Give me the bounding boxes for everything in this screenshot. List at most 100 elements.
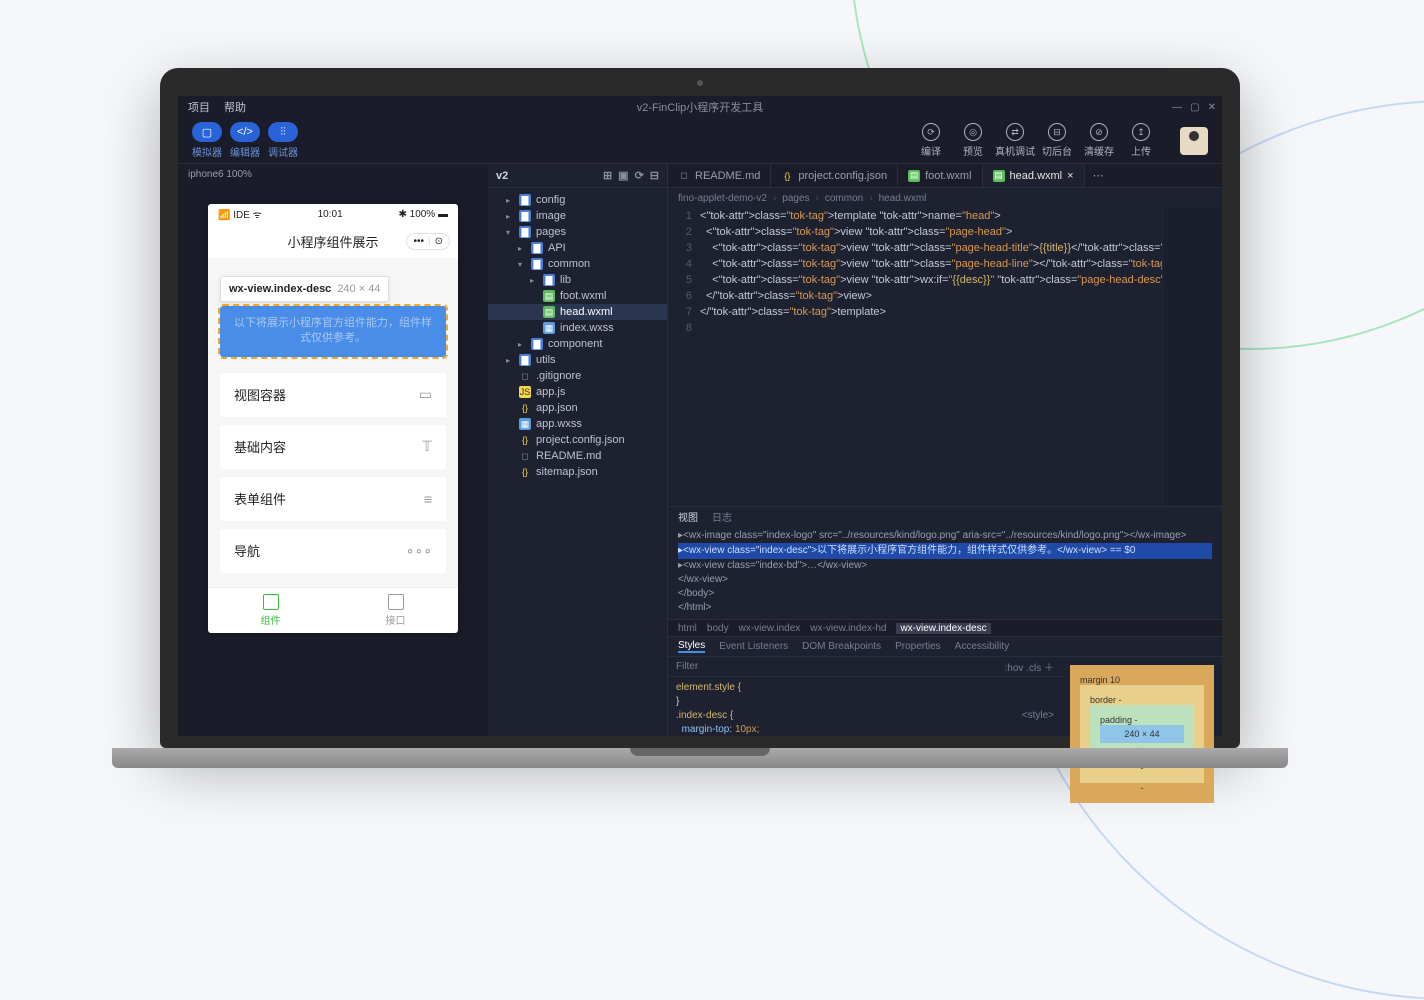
menu-item-导航[interactable]: 导航∘∘∘: [220, 529, 446, 573]
crumb-pages[interactable]: pages: [782, 193, 809, 204]
explorer-root[interactable]: v2: [496, 170, 508, 182]
json-icon: {}: [519, 434, 531, 446]
styles-tab-DOM Breakpoints[interactable]: DOM Breakpoints: [802, 641, 881, 652]
crumb-fino-applet-demo-v2[interactable]: fino-applet-demo-v2: [678, 193, 767, 204]
folder-icon: ▇: [519, 354, 531, 366]
folder-icon: ▇: [531, 258, 543, 270]
tree-item-head.wxml[interactable]: ▤head.wxml: [488, 304, 667, 320]
tab-组件[interactable]: 组件: [208, 588, 333, 633]
new-file-icon[interactable]: ⊞: [603, 169, 612, 182]
tab-接口[interactable]: 接口: [333, 588, 458, 633]
capsule-more-icon[interactable]: •••: [413, 236, 424, 247]
styles-filter[interactable]: Filter: [676, 661, 698, 672]
devtools-tab-view[interactable]: 视图: [678, 509, 698, 524]
tree-item-sitemap.json[interactable]: {}sitemap.json: [488, 464, 667, 480]
dom-crumb-wx-view.index-hd[interactable]: wx-view.index-hd: [810, 623, 886, 634]
pill-editor[interactable]: </>: [230, 122, 260, 142]
capsule-close-icon[interactable]: ⊙: [435, 236, 443, 247]
tree-item-foot.wxml[interactable]: ▤foot.wxml: [488, 288, 667, 304]
editor-tab-foot.wxml[interactable]: ▤foot.wxml: [898, 164, 982, 187]
tree-item-README.md[interactable]: ◻README.md: [488, 448, 667, 464]
dom-crumb-body[interactable]: body: [707, 623, 729, 634]
dom-tree[interactable]: ▸<wx-image class="index-logo" src="../re…: [668, 525, 1222, 619]
phone-navbar: 小程序组件展示 ••• | ⊙: [208, 224, 458, 258]
highlighted-element[interactable]: 以下将展示小程序官方组件能力，组件样式仅供参考。: [220, 306, 446, 357]
window-title: v2-FinClip小程序开发工具: [637, 99, 764, 115]
tabs-more-icon[interactable]: ⋯: [1085, 164, 1112, 187]
toolbar-action-编译[interactable]: ⟳编译: [910, 123, 952, 158]
toolbar-action-清缓存[interactable]: ⊘清缓存: [1078, 123, 1120, 158]
menu-item-视图容器[interactable]: 视图容器▭: [220, 373, 446, 417]
tab-close-icon[interactable]: ×: [1067, 170, 1073, 182]
wxss-icon: ▦: [543, 322, 555, 334]
md-icon: ◻: [678, 170, 690, 182]
tree-item-lib[interactable]: ▸▇lib: [488, 272, 667, 288]
editor-tab-project.config.json[interactable]: {}project.config.json: [771, 164, 898, 187]
tree-item-component[interactable]: ▸▇component: [488, 336, 667, 352]
tree-item-.gitignore[interactable]: ◻.gitignore: [488, 368, 667, 384]
chevron-icon: 𝕋: [422, 438, 432, 455]
tree-item-pages[interactable]: ▾▇pages: [488, 224, 667, 240]
close-icon[interactable]: ✕: [1208, 102, 1216, 113]
folder-icon: ▇: [519, 210, 531, 222]
tree-item-config[interactable]: ▸▇config: [488, 192, 667, 208]
js-icon: JS: [519, 386, 531, 398]
code-editor[interactable]: 12345678 <"tok-attr">class="tok-tag">tem…: [668, 208, 1222, 506]
devtools-tab-log[interactable]: 日志: [712, 509, 732, 524]
simulator-status: iphone6 100%: [178, 164, 488, 184]
pill-debugger[interactable]: ⫶⫶: [268, 122, 298, 142]
tree-item-app.wxss[interactable]: ▦app.wxss: [488, 416, 667, 432]
statusbar-right: ✱ 100% ▬: [398, 209, 448, 220]
minimize-icon[interactable]: —: [1172, 102, 1182, 113]
capsule-button[interactable]: ••• | ⊙: [406, 233, 450, 250]
toolbar-action-上传[interactable]: ↥上传: [1120, 123, 1162, 158]
tree-item-app.json[interactable]: {}app.json: [488, 400, 667, 416]
avatar[interactable]: [1180, 127, 1208, 155]
editor-tab-README.md[interactable]: ◻README.md: [668, 164, 771, 187]
pill-label-edit: 编辑器: [230, 144, 260, 159]
folder-icon: ▇: [519, 226, 531, 238]
crumb-common[interactable]: common: [825, 193, 863, 204]
toolbar-action-真机调试[interactable]: ⇄真机调试: [994, 123, 1036, 158]
toolbar-action-预览[interactable]: ◎预览: [952, 123, 994, 158]
editor-tab-head.wxml[interactable]: ▤head.wxml×: [983, 164, 1085, 187]
json-icon: {}: [519, 466, 531, 478]
dom-breadcrumb[interactable]: html body wx-view.index wx-view.index-hd wx-…: [668, 619, 1222, 637]
tree-item-index.wxss[interactable]: ▦index.wxss: [488, 320, 667, 336]
dom-crumb-wx-view.index-desc[interactable]: wx-view.index-desc: [896, 623, 990, 634]
new-folder-icon[interactable]: ▣: [618, 169, 628, 182]
refresh-icon[interactable]: ⟳: [635, 169, 644, 182]
dom-crumb-html[interactable]: html: [678, 623, 697, 634]
crumb-head.wxml[interactable]: head.wxml: [879, 193, 927, 204]
statusbar-time: 10:01: [318, 209, 343, 220]
wxml-icon: ▤: [993, 170, 1005, 182]
dom-crumb-wx-view.index[interactable]: wx-view.index: [739, 623, 801, 634]
styles-toggles[interactable]: :hov .cls ＋: [1005, 659, 1054, 674]
menu-item-基础内容[interactable]: 基础内容𝕋: [220, 425, 446, 469]
collapse-icon[interactable]: ⊟: [650, 169, 659, 182]
menu-item-表单组件[interactable]: 表单组件≡: [220, 477, 446, 521]
tree-item-API[interactable]: ▸▇API: [488, 240, 667, 256]
pill-simulator[interactable]: ▢: [192, 122, 222, 142]
toolbar-action-切后台[interactable]: ⊟切后台: [1036, 123, 1078, 158]
maximize-icon[interactable]: ▢: [1190, 102, 1199, 113]
styles-rules[interactable]: element.style {}.index-desc {<style> mar…: [668, 677, 1062, 736]
tree-item-project.config.json[interactable]: {}project.config.json: [488, 432, 667, 448]
styles-tab-Styles[interactable]: Styles: [678, 640, 705, 653]
menu-project[interactable]: 项目: [188, 99, 210, 115]
editor-panel: ◻README.md{}project.config.json▤foot.wxm…: [668, 164, 1222, 736]
menu-help[interactable]: 帮助: [224, 99, 246, 115]
styles-tab-Event Listeners[interactable]: Event Listeners: [719, 641, 788, 652]
minimap[interactable]: [1162, 208, 1222, 506]
json-icon: {}: [519, 402, 531, 414]
json-icon: {}: [781, 170, 793, 182]
chevron-icon: ▭: [419, 386, 432, 403]
page-title: 小程序组件展示: [287, 232, 378, 251]
tree-item-image[interactable]: ▸▇image: [488, 208, 667, 224]
styles-tab-Properties[interactable]: Properties: [895, 641, 941, 652]
tree-item-app.js[interactable]: JSapp.js: [488, 384, 667, 400]
styles-tab-Accessibility[interactable]: Accessibility: [955, 641, 1009, 652]
pill-label-debug: 调试器: [268, 144, 298, 159]
tree-item-utils[interactable]: ▸▇utils: [488, 352, 667, 368]
tree-item-common[interactable]: ▾▇common: [488, 256, 667, 272]
